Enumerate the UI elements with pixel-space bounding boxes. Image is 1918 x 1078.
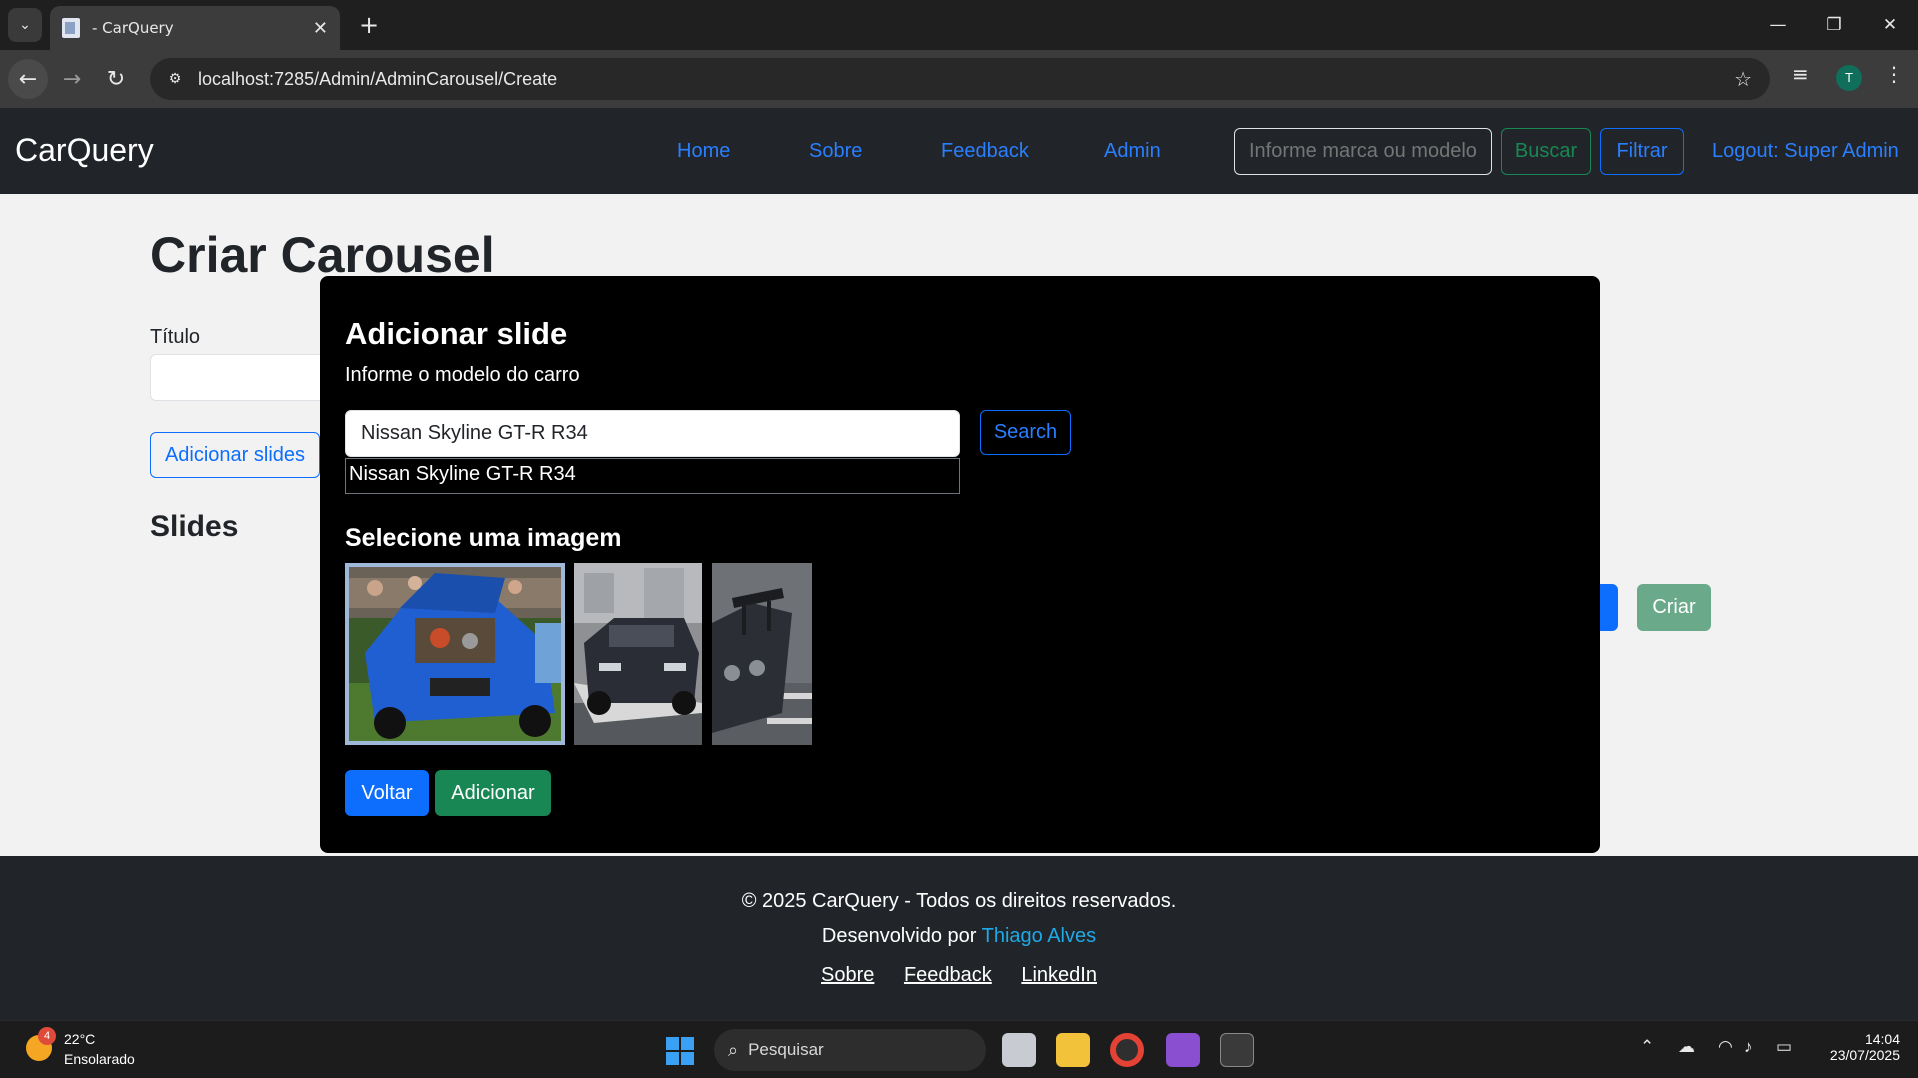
terminal-icon[interactable] xyxy=(1220,1033,1254,1067)
address-bar[interactable]: ⚙ localhost:7285/Admin/AdminCarousel/Cre… xyxy=(150,58,1770,100)
car-image-option-3[interactable] xyxy=(712,563,812,745)
chrome-menu-icon[interactable]: ⋮ xyxy=(1884,62,1904,86)
search-icon: ⌕ xyxy=(728,1039,739,1060)
author-link[interactable]: Thiago Alves xyxy=(982,925,1097,947)
weather-temperature[interactable]: 22°C xyxy=(64,1031,95,1047)
voltar-button[interactable]: Voltar xyxy=(345,770,429,816)
weather-description[interactable]: Ensolarado xyxy=(64,1051,135,1067)
brand-logo[interactable]: CarQuery xyxy=(15,132,154,169)
browser-tab-bar: ⌄ - CarQuery ✕ + — ❐ ✕ xyxy=(0,0,1918,50)
modal-subtitle: Informe o modelo do carro xyxy=(345,364,580,386)
dark-skyline-image xyxy=(574,563,702,745)
site-footer: © 2025 CarQuery - Todos os direitos rese… xyxy=(0,856,1918,1020)
select-image-heading: Selecione uma imagem xyxy=(345,524,622,552)
browser-tab[interactable]: - CarQuery ✕ xyxy=(50,6,340,50)
nav-link-admin[interactable]: Admin xyxy=(1104,140,1161,163)
add-slide-modal: Adicionar slide Informe o modelo do carr… xyxy=(320,276,1600,853)
windows-start-icon[interactable] xyxy=(666,1037,694,1065)
modal-title: Adicionar slide xyxy=(345,316,568,351)
add-slides-button[interactable]: Adicionar slides xyxy=(150,432,320,478)
taskbar-search-label: Pesquisar xyxy=(748,1040,824,1059)
developed-by-label: Desenvolvido por xyxy=(821,925,977,947)
minimize-icon[interactable]: — xyxy=(1750,0,1806,50)
tray-chevron-icon[interactable]: ⌃ xyxy=(1640,1037,1654,1057)
reload-icon[interactable]: ↻ xyxy=(96,59,136,99)
volume-icon[interactable]: ♪ xyxy=(1744,1037,1753,1057)
car-search-input[interactable] xyxy=(1234,128,1492,175)
nav-link-home[interactable]: Home xyxy=(677,140,730,163)
nav-link-feedback[interactable]: Feedback xyxy=(941,140,1029,163)
adicionar-button[interactable]: Adicionar xyxy=(435,770,551,816)
clock-time: 14:04 xyxy=(1864,1031,1900,1047)
media-control-icon[interactable]: ≡ xyxy=(1792,62,1809,86)
copyright-text: © 2025 CarQuery - Todos os direitos rese… xyxy=(741,890,1177,912)
clock-date: 23/07/2025 xyxy=(1829,1047,1900,1063)
tab-search-button[interactable]: ⌄ xyxy=(8,8,42,42)
car-image-option-1[interactable] xyxy=(345,563,565,745)
wifi-icon[interactable]: ◠ xyxy=(1718,1037,1733,1057)
file-explorer-icon[interactable] xyxy=(1056,1033,1090,1067)
autocomplete-suggestion[interactable]: Nissan Skyline GT-R R34 xyxy=(345,458,960,494)
new-tab-button[interactable]: + xyxy=(354,10,384,40)
slides-heading: Slides xyxy=(150,510,239,543)
footer-link-linkedin[interactable]: LinkedIn xyxy=(1021,964,1097,986)
onedrive-cloud-icon[interactable]: ☁ xyxy=(1678,1037,1695,1057)
site-info-icon[interactable]: ⚙ xyxy=(162,66,188,92)
footer-link-feedback[interactable]: Feedback xyxy=(904,964,992,986)
car-model-input[interactable] xyxy=(345,410,960,457)
site-navbar: CarQuery Home Sobre Feedback Admin Busca… xyxy=(0,108,1918,194)
bookmark-star-icon[interactable]: ☆ xyxy=(1734,67,1752,91)
filtrar-button[interactable]: Filtrar xyxy=(1600,128,1684,175)
tab-close-icon[interactable]: ✕ xyxy=(313,18,328,39)
profile-avatar[interactable]: T xyxy=(1836,65,1862,91)
buscar-button[interactable]: Buscar xyxy=(1501,128,1591,175)
browser-toolbar: ← → ↻ ⚙ localhost:7285/Admin/AdminCarous… xyxy=(0,50,1918,108)
task-view-icon[interactable] xyxy=(1002,1033,1036,1067)
back-arrow-icon[interactable]: ← xyxy=(8,59,48,99)
logout-link[interactable]: Logout: Super Admin xyxy=(1712,140,1899,163)
developer-credit: Desenvolvido por Thiago Alves xyxy=(0,925,1918,948)
battery-icon[interactable]: ▭ xyxy=(1776,1037,1792,1057)
url-text[interactable]: localhost:7285/Admin/AdminCarousel/Creat… xyxy=(198,69,557,90)
titulo-label: Título xyxy=(150,326,201,348)
search-button[interactable]: Search xyxy=(980,410,1071,455)
criar-button[interactable]: Criar xyxy=(1637,584,1711,631)
close-window-icon[interactable]: ✕ xyxy=(1862,0,1918,50)
car-image-option-2[interactable] xyxy=(574,563,702,745)
blue-skyline-image xyxy=(345,563,565,745)
nav-link-sobre[interactable]: Sobre xyxy=(809,140,862,163)
weather-badge: 4 xyxy=(38,1027,56,1045)
skyline-rear-wing-image xyxy=(712,563,812,745)
restore-icon[interactable]: ❐ xyxy=(1806,0,1862,50)
forward-arrow-icon[interactable]: → xyxy=(52,59,92,99)
footer-links: Sobre Feedback LinkedIn xyxy=(0,964,1918,987)
tab-title: - CarQuery xyxy=(92,19,174,37)
system-clock[interactable]: 14:04 23/07/2025 xyxy=(1818,1031,1900,1063)
page-favicon-icon xyxy=(62,18,80,38)
footer-link-sobre[interactable]: Sobre xyxy=(821,964,874,986)
visual-studio-icon[interactable] xyxy=(1166,1033,1200,1067)
os-taskbar: 4 22°C Ensolarado ⌕ Pesquisar ⌃ ☁ ◠ ♪ ▭ … xyxy=(0,1020,1918,1078)
taskbar-search[interactable]: ⌕ Pesquisar xyxy=(714,1029,986,1071)
chrome-icon[interactable] xyxy=(1110,1033,1144,1067)
